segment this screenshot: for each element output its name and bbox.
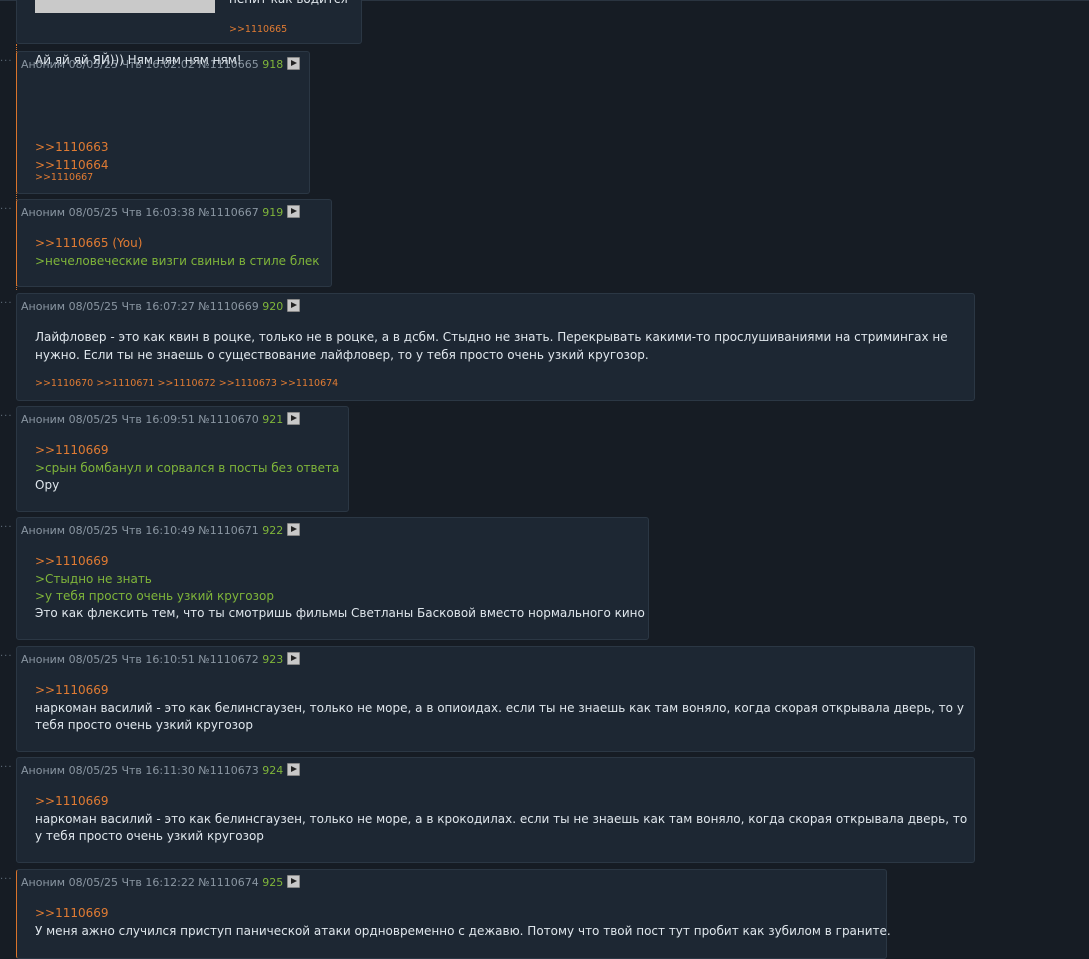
- post-dots: ···: [0, 411, 13, 422]
- post: Аноним 08/05/25 Чтв 16:09:51 №1110670 92…: [16, 406, 349, 512]
- post-text: у тебя просто очень узкий кругозор: [35, 829, 264, 843]
- post-greentext: >у тебя просто очень узкий кругозор: [35, 589, 274, 603]
- post-header: Аноним 08/05/25 Чтв 16:03:38 №1110667 91…: [21, 205, 301, 219]
- play-icon[interactable]: [287, 205, 301, 218]
- post-dots: ···: [0, 56, 13, 67]
- post: Аноним 08/05/25 Чтв 16:03:38 №1110667 91…: [16, 199, 332, 287]
- post-meta[interactable]: Аноним 08/05/25 Чтв 16:11:30 №1110673: [21, 764, 262, 777]
- play-icon[interactable]: [287, 57, 301, 70]
- post-text: нужно. Если ты не знаешь о существование…: [35, 348, 649, 362]
- post-text: Ору: [35, 478, 60, 492]
- post-partial: пенит как водится >>1110665: [16, 0, 362, 44]
- post-dots: ···: [0, 522, 13, 533]
- play-icon[interactable]: [287, 523, 301, 536]
- post-reply-link[interactable]: >>1110669: [35, 793, 109, 811]
- post-number: 922: [262, 524, 284, 537]
- post-replies[interactable]: >>1110670 >>1110671 >>1110672 >>1110673 …: [35, 378, 338, 389]
- post: Аноним 08/05/25 Чтв 16:02:02 №1110665 91…: [16, 51, 310, 194]
- play-icon[interactable]: [287, 875, 301, 888]
- post-number: 921: [262, 413, 284, 426]
- post-greentext: >нечеловеческие визги свиньи в стиле бле…: [35, 254, 320, 268]
- post-reply-link[interactable]: >>1110669: [35, 553, 109, 571]
- post-text: Это как флексить тем, что ты смотришь фи…: [35, 606, 645, 620]
- post-dots: ···: [0, 651, 13, 662]
- post-text: наркоман василий - это как белинсгаузен,…: [35, 812, 968, 826]
- post-meta[interactable]: Аноним 08/05/25 Чтв 16:10:49 №1110671: [21, 524, 262, 537]
- post-number: 925: [262, 876, 284, 889]
- post-meta[interactable]: Аноним 08/05/25 Чтв 16:09:51 №1110670: [21, 413, 262, 426]
- post-header: Аноним 08/05/25 Чтв 16:07:27 №1110669 92…: [21, 299, 301, 313]
- post-number: 924: [262, 764, 284, 777]
- post: Аноним 08/05/25 Чтв 16:11:30 №1110673 92…: [16, 757, 975, 863]
- post-greentext: >срын бомбанул и сорвался в посты без от…: [35, 461, 340, 475]
- post-meta[interactable]: Аноним 08/05/25 Чтв 16:12:22 №1110674: [21, 876, 262, 889]
- post-reply-link[interactable]: >>1110665 (You): [35, 235, 142, 253]
- post-replies[interactable]: >>1110667: [35, 172, 93, 183]
- post-dots: ···: [0, 762, 13, 773]
- post-text: тебя просто очень узкий кругозор: [35, 718, 253, 732]
- post-reply-link[interactable]: >>1110663: [35, 139, 109, 157]
- post-number: 920: [262, 300, 284, 313]
- post: Аноним 08/05/25 Чтв 16:07:27 №1110669 92…: [16, 293, 975, 401]
- post-number: 923: [262, 653, 284, 666]
- post: Аноним 08/05/25 Чтв 16:10:51 №1110672 92…: [16, 646, 975, 752]
- post-text: Лайфловер - это как квин в роцке, только…: [35, 330, 948, 344]
- post-reply-link[interactable]: >>1110669: [35, 442, 109, 460]
- post-text: пенит как водится: [229, 0, 348, 9]
- post-header: Аноним 08/05/25 Чтв 16:12:22 №1110674 92…: [21, 875, 301, 889]
- post-header: Аноним 08/05/25 Чтв 16:10:49 №1110671 92…: [21, 523, 301, 537]
- play-icon[interactable]: [287, 652, 301, 665]
- post-dots: ···: [0, 298, 13, 309]
- post-greentext: >Стыдно не знать: [35, 572, 152, 586]
- post-image-thumbnail[interactable]: [35, 0, 215, 13]
- post-text: Ай яй яй ЯЙ))) Ням ням ням ням!: [35, 53, 242, 67]
- post-meta[interactable]: Аноним 08/05/25 Чтв 16:03:38 №1110667: [21, 206, 262, 219]
- post-replies[interactable]: >>1110665: [229, 24, 287, 35]
- post-reply-link[interactable]: >>1110669: [35, 682, 109, 700]
- post: Аноним 08/05/25 Чтв 16:10:49 №1110671 92…: [16, 517, 649, 640]
- post-reply-link[interactable]: >>1110669: [35, 905, 109, 923]
- post-meta[interactable]: Аноним 08/05/25 Чтв 16:10:51 №1110672: [21, 653, 262, 666]
- post: Аноним 08/05/25 Чтв 16:12:22 №1110674 92…: [16, 869, 891, 959]
- play-icon[interactable]: [287, 763, 301, 776]
- post-number: 918: [262, 58, 284, 71]
- post-meta[interactable]: Аноним 08/05/25 Чтв 16:07:27 №1110669: [21, 300, 262, 313]
- post-header: Аноним 08/05/25 Чтв 16:09:51 №1110670 92…: [21, 412, 301, 426]
- post-number: 919: [262, 206, 284, 219]
- post-dots: ···: [0, 204, 13, 215]
- play-icon[interactable]: [287, 299, 301, 312]
- post-header: Аноним 08/05/25 Чтв 16:10:51 №1110672 92…: [21, 652, 301, 666]
- post-dots: ···: [0, 874, 13, 885]
- post-text: наркоман василий - это как белинсгаузен,…: [35, 701, 964, 715]
- post-text: У меня ажно случился приступ панической …: [35, 924, 891, 938]
- play-icon[interactable]: [287, 412, 301, 425]
- post-header: Аноним 08/05/25 Чтв 16:11:30 №1110673 92…: [21, 763, 301, 777]
